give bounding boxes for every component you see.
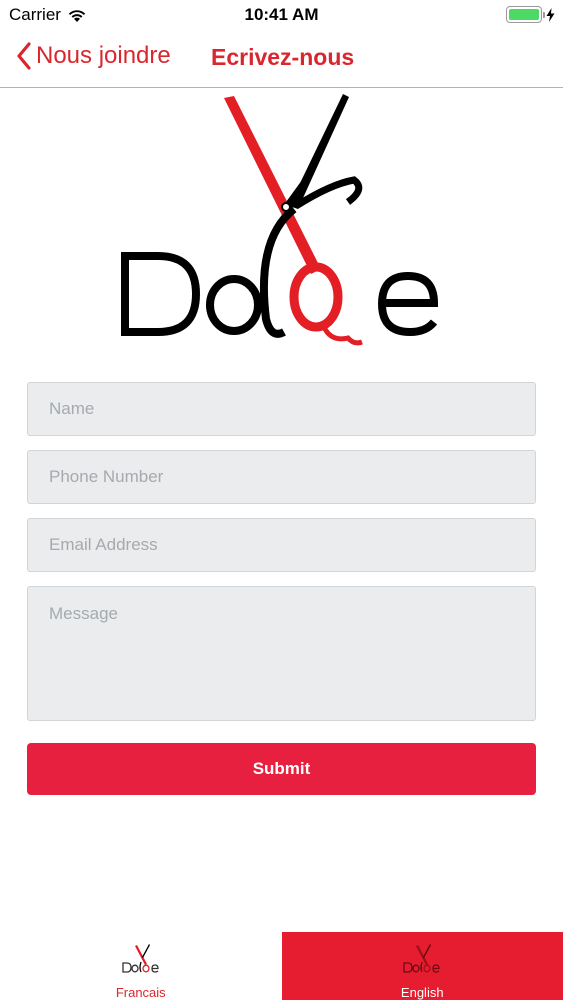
back-button-label: Nous joindre	[36, 42, 171, 69]
back-button[interactable]: Nous joindre	[16, 42, 171, 70]
status-time: 10:41 AM	[244, 5, 319, 24]
email-address-field[interactable]	[27, 518, 536, 572]
phone-number-field[interactable]	[27, 450, 536, 504]
tab-francais-label: Francais	[115, 985, 166, 1000]
tab-english[interactable]: English	[281, 932, 563, 1000]
page-title: Ecrivez-nous	[211, 44, 355, 70]
status-bar: Carrier 10:41 AM	[0, 0, 563, 30]
dolce-logo-icon	[122, 944, 159, 973]
tab-bar: Francais English	[0, 932, 563, 1000]
battery-icon	[506, 6, 545, 23]
message-field[interactable]	[27, 586, 536, 721]
tab-francais[interactable]: Francais	[0, 932, 282, 1000]
navigation-bar: Nous joindre Ecrivez-nous	[0, 30, 563, 88]
dolce-logo	[121, 94, 439, 346]
submit-button[interactable]: Submit	[27, 743, 536, 795]
battery-fill	[509, 9, 539, 20]
dolce-logo-icon	[403, 944, 440, 973]
status-right-group	[506, 6, 555, 23]
battery-nub	[543, 12, 545, 18]
chevron-left-icon	[17, 42, 31, 70]
charging-bolt-icon	[546, 7, 555, 22]
name-field[interactable]	[27, 382, 536, 436]
tab-english-label: English	[400, 985, 444, 1000]
